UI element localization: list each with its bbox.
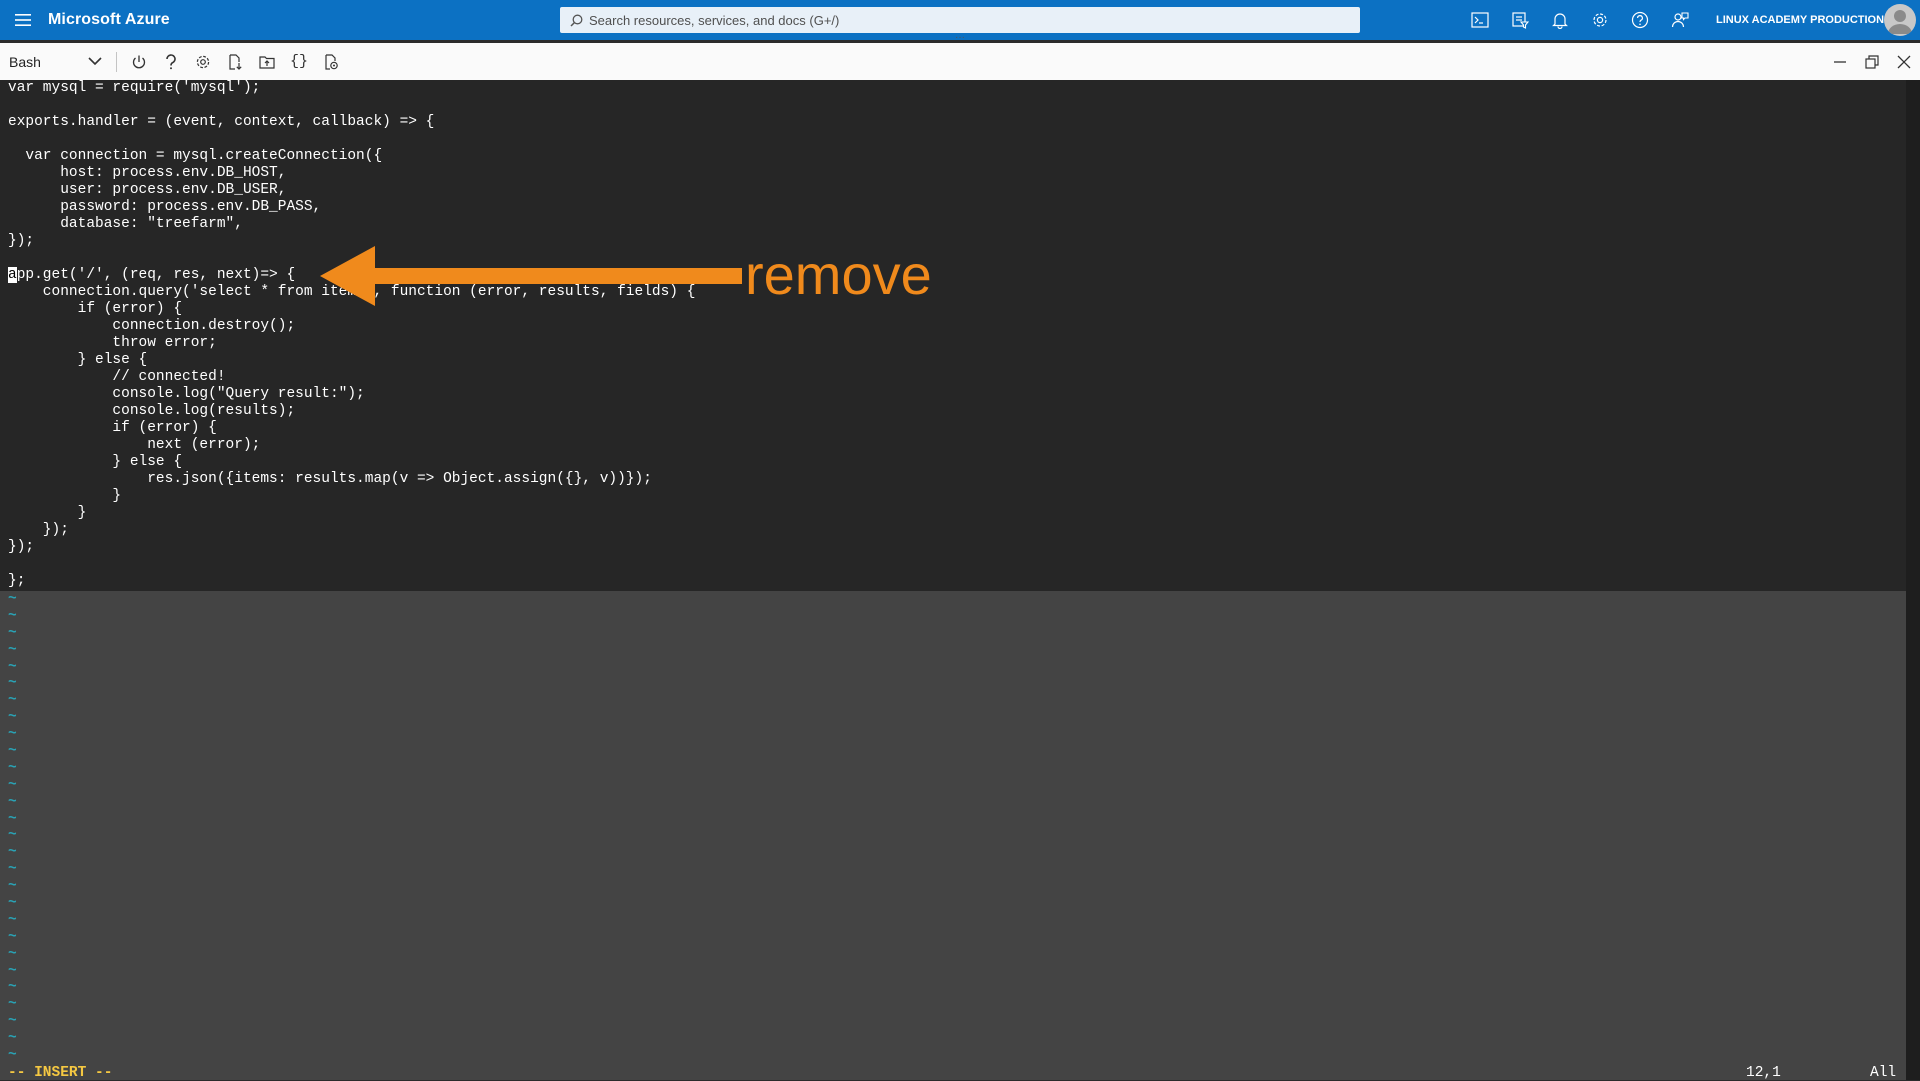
- tilde-marker: ~: [8, 878, 17, 895]
- code-line[interactable]: res.json({items: results.map(v => Object…: [8, 471, 695, 488]
- account-name[interactable]: LINUX ACADEMY PRODUCTION ...: [1716, 0, 1896, 40]
- scroll-scope: All: [1870, 1065, 1897, 1081]
- search-input[interactable]: Search resources, services, and docs (G+…: [560, 7, 1360, 33]
- tilde-marker: ~: [8, 861, 17, 878]
- brand-title[interactable]: Microsoft Azure: [48, 11, 170, 29]
- resize-grip[interactable]: ···: [952, 33, 968, 43]
- code-line[interactable]: database: "treefarm",: [8, 216, 695, 233]
- tilde-marker: ~: [8, 607, 17, 624]
- code-line[interactable]: connection.destroy();: [8, 318, 695, 335]
- code-line[interactable]: var connection = mysql.createConnection(…: [8, 148, 695, 165]
- open-folder-icon[interactable]: [251, 43, 283, 80]
- code-line[interactable]: }: [8, 488, 695, 505]
- code-line[interactable]: });: [8, 522, 695, 539]
- code-line[interactable]: host: process.env.DB_HOST,: [8, 165, 695, 182]
- code-line[interactable]: console.log(results);: [8, 403, 695, 420]
- tilde-marker: ~: [8, 658, 17, 675]
- tilde-marker: ~: [8, 827, 17, 844]
- braces-icon[interactable]: {}: [283, 43, 315, 80]
- tilde-marker: ~: [8, 911, 17, 928]
- minimize-icon[interactable]: [1824, 43, 1856, 80]
- code-line[interactable]: [8, 131, 695, 148]
- feedback-icon[interactable]: [1660, 0, 1700, 40]
- code-line[interactable]: } else {: [8, 352, 695, 369]
- search-icon: [570, 14, 583, 27]
- tilde-marker: ~: [8, 675, 17, 692]
- restore-icon[interactable]: [1856, 43, 1888, 80]
- tilde-marker: ~: [8, 759, 17, 776]
- code-lines[interactable]: var mysql = require('mysql'); exports.han…: [8, 80, 695, 590]
- power-icon[interactable]: [123, 43, 155, 80]
- tilde-marker: ~: [8, 979, 17, 996]
- tilde-marker: ~: [8, 1013, 17, 1030]
- code-line[interactable]: exports.handler = (event, context, callb…: [8, 114, 695, 131]
- web-preview-icon[interactable]: [315, 43, 347, 80]
- code-line[interactable]: var mysql = require('mysql');: [8, 80, 695, 97]
- upload-download-icon[interactable]: [219, 43, 251, 80]
- tilde-marker: ~: [8, 895, 17, 912]
- avatar[interactable]: [1884, 4, 1916, 36]
- gear-icon[interactable]: [187, 43, 219, 80]
- tilde-marker: ~: [8, 641, 17, 658]
- search-placeholder: Search resources, services, and docs (G+…: [589, 12, 840, 28]
- tilde-marker: ~: [8, 962, 17, 979]
- tilde-marker: ~: [8, 692, 17, 709]
- cloud-shell-icon[interactable]: [1460, 0, 1500, 40]
- tilde-marker: ~: [8, 810, 17, 827]
- text-cursor: a: [8, 267, 17, 283]
- terminal-area[interactable]: var mysql = require('mysql'); exports.han…: [0, 80, 1906, 1081]
- tilde-marker: ~: [8, 928, 17, 945]
- gear-icon[interactable]: [1580, 0, 1620, 40]
- tilde-marker: ~: [8, 793, 17, 810]
- tilde-marker: ~: [8, 996, 17, 1013]
- tilde-marker: ~: [8, 726, 17, 743]
- help-icon[interactable]: [155, 43, 187, 80]
- code-line[interactable]: } else {: [8, 454, 695, 471]
- code-line[interactable]: if (error) {: [8, 420, 695, 437]
- toolbar-divider: [116, 51, 117, 72]
- tilde-marker: ~: [8, 743, 17, 760]
- help-icon[interactable]: [1620, 0, 1660, 40]
- bell-icon[interactable]: [1540, 0, 1580, 40]
- code-line[interactable]: [8, 97, 695, 114]
- code-line[interactable]: });: [8, 539, 695, 556]
- shell-type-select[interactable]: Bash: [0, 43, 110, 80]
- tilde-marker: ~: [8, 591, 17, 607]
- tilde-marker: ~: [8, 624, 17, 641]
- code-line[interactable]: [8, 556, 695, 573]
- chevron-down-icon: [88, 57, 102, 66]
- tilde-marker: ~: [8, 844, 17, 861]
- code-line[interactable]: }: [8, 505, 695, 522]
- tilde-marker: ~: [8, 709, 17, 726]
- hamburger-menu-icon[interactable]: [0, 0, 46, 40]
- code-line[interactable]: user: process.env.DB_USER,: [8, 182, 695, 199]
- code-line[interactable]: };: [8, 573, 695, 590]
- cloud-shell-toolbar: Bash {}: [0, 43, 1920, 81]
- code-line[interactable]: // connected!: [8, 369, 695, 386]
- close-icon[interactable]: [1888, 43, 1920, 80]
- empty-line-markers: ~ ~ ~ ~ ~ ~ ~ ~ ~ ~ ~ ~ ~ ~ ~ ~ ~ ~ ~ ~ ~ ~ ~ ~ ~ ~ ~ ~: [8, 591, 28, 1064]
- shell-type-value: Bash: [9, 53, 41, 70]
- tilde-marker: ~: [8, 1047, 17, 1064]
- tilde-marker: ~: [8, 945, 17, 962]
- cursor-position: 12,1: [1746, 1065, 1781, 1081]
- code-line[interactable]: password: process.env.DB_PASS,: [8, 199, 695, 216]
- terminal-scrollbar[interactable]: [1906, 80, 1920, 1080]
- code-line[interactable]: console.log("Query result:");: [8, 386, 695, 403]
- vim-mode: -- INSERT --: [8, 1065, 113, 1081]
- annotation-label: remove: [745, 243, 932, 306]
- vim-status-line: -- INSERT -- 12,1 All: [0, 1065, 1906, 1081]
- tilde-marker: ~: [8, 1030, 17, 1047]
- directory-filter-icon[interactable]: [1500, 0, 1540, 40]
- tilde-marker: ~: [8, 776, 17, 793]
- code-line[interactable]: throw error;: [8, 335, 695, 352]
- code-line[interactable]: next (error);: [8, 437, 695, 454]
